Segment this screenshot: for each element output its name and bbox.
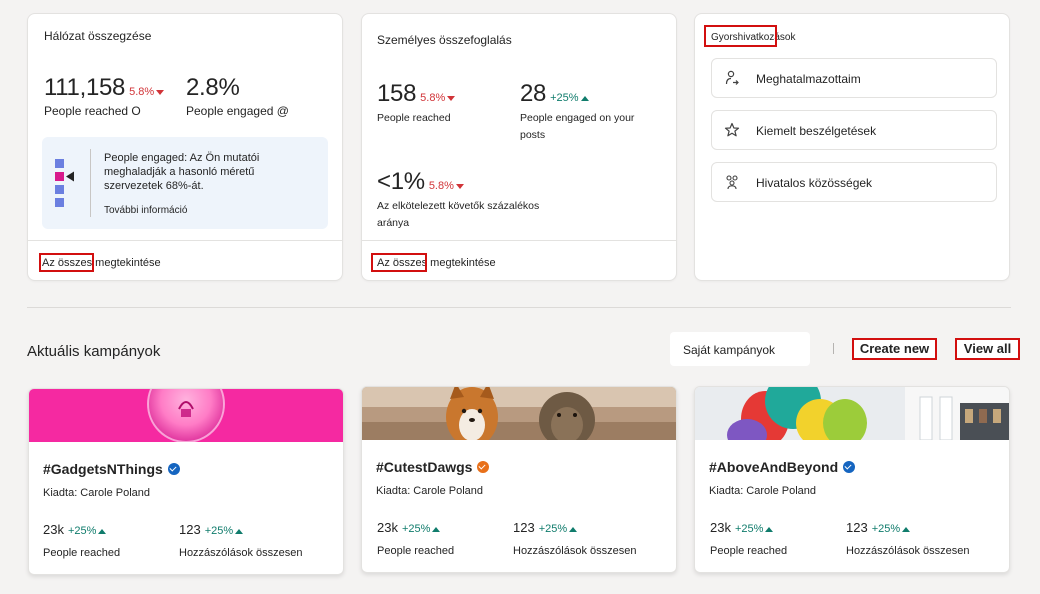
campaigns-section-title: Aktuális kampányok	[27, 343, 161, 360]
quick-link-featured-conversations[interactable]: Kiemelt beszélgetések	[711, 110, 997, 150]
caret-down-icon	[455, 183, 464, 189]
create-new-button[interactable]: Create new	[852, 338, 937, 360]
insight-text: People engaged: Az Ön mutatói meghaladjá…	[104, 152, 260, 192]
campaign-comments-stat: 123 +25%	[513, 520, 578, 535]
community-icon	[726, 175, 738, 190]
campaign-comments-stat: 123 +25%	[846, 520, 911, 535]
metric-label: People engaged on your posts	[520, 112, 635, 141]
quick-links-card: Gyorshivatkozások Meghatalmazottaim Kiem…	[694, 13, 1010, 281]
campaign-title: #GadgetsNThings	[43, 461, 180, 477]
campaign-reached-label: People reached	[43, 547, 121, 559]
campaign-card-above-beyond[interactable]: #AboveAndBeyond Kiadta: Carole Poland 23…	[694, 386, 1010, 573]
campaign-reached-stat: 23k +25%	[377, 520, 441, 535]
engagement-chart-icon	[55, 159, 74, 207]
caret-up-icon	[432, 526, 441, 532]
metric-people-reached: 111,158 5.8% People reached O	[44, 74, 165, 118]
campaign-title: #AboveAndBeyond	[709, 459, 856, 475]
campaign-author: Kiadta: Carole Poland	[376, 485, 484, 497]
metric-label: People engaged @	[186, 104, 289, 118]
caret-up-icon	[569, 526, 578, 532]
learn-more-link[interactable]: További információ	[104, 205, 187, 216]
highlight-box	[704, 25, 777, 47]
engagement-insight-panel: People engaged: Az Ön mutatói meghaladjá…	[42, 137, 328, 229]
metric-label: People reached O	[44, 104, 141, 118]
metric-delta: +25%	[550, 92, 589, 104]
personal-summary-card: Személyes összefoglalás 158 5.8% People r…	[361, 13, 677, 281]
metric-delta: 5.8%	[429, 180, 464, 192]
verified-badge-icon	[477, 461, 490, 473]
metric-label: Az elkötelezett követők százalékos arány…	[377, 200, 540, 229]
divider	[833, 343, 834, 354]
divider	[90, 149, 91, 217]
card-title: Személyes összefoglalás	[377, 33, 512, 47]
campaign-comments-label: Hozzászólások összesen	[846, 545, 970, 557]
highlight-box	[371, 253, 427, 272]
campaign-card-dawgs[interactable]: #CutestDawgs Kiadta: Carole Poland 23k +2…	[361, 386, 677, 573]
delegate-icon	[725, 70, 739, 85]
campaign-filter-dropdown[interactable]: Saját kampányok	[670, 332, 810, 366]
card-title: Hálózat összegzése	[44, 29, 152, 43]
campaign-reached-stat: 23k +25%	[710, 520, 774, 535]
verified-badge-icon	[167, 463, 180, 475]
campaign-reached-label: People reached	[710, 545, 788, 557]
caret-up-icon	[765, 526, 774, 532]
campaign-reached-stat: 23k +25%	[43, 522, 107, 537]
campaign-card-gadgets[interactable]: #GadgetsNThings Kiadta: Carole Poland 23…	[28, 388, 344, 575]
caret-up-icon	[902, 526, 911, 532]
view-all-button[interactable]: View all	[955, 338, 1020, 360]
metric-label: People reached	[377, 112, 451, 124]
metric-value: 2.8%	[186, 74, 240, 101]
campaign-cover-image	[695, 387, 1009, 440]
quick-link-official-communities[interactable]: Hivatalos közösségek	[711, 162, 997, 202]
metric-delta: 5.8%	[129, 86, 165, 98]
caret-up-icon	[98, 528, 107, 534]
filter-label: Saját kampányok	[683, 343, 776, 357]
campaign-title: #CutestDawgs	[376, 459, 490, 475]
quick-link-delegates[interactable]: Meghatalmazottaim	[711, 58, 997, 98]
campaign-cover-image	[362, 387, 676, 440]
network-summary-card: Hálózat összegzése 111,158 5.8% People re…	[27, 13, 343, 281]
verified-badge-icon	[843, 461, 856, 473]
campaign-comments-label: Hozzászólások összesen	[179, 547, 303, 559]
section-divider	[27, 307, 1011, 308]
metric-value: 28	[520, 80, 547, 107]
caret-up-icon	[235, 528, 244, 534]
metric-engaged-follower-rate: <1% 5.8% Az elkötelezett követők százalék…	[377, 168, 567, 232]
campaign-comments-stat: 123 +25%	[179, 522, 244, 537]
quick-link-label: Meghatalmazottaim	[756, 72, 861, 86]
caret-down-icon	[156, 89, 165, 95]
quick-link-label: Kiemelt beszélgetések	[756, 124, 877, 138]
campaign-cover-image	[29, 389, 343, 442]
highlight-box	[39, 253, 94, 272]
metric-people-engaged: 28 +25% People engaged on your posts	[520, 80, 660, 144]
star-icon	[724, 122, 740, 137]
caret-up-icon	[580, 95, 589, 101]
metric-value: <1%	[377, 168, 425, 195]
campaign-comments-label: Hozzászólások összesen	[513, 545, 637, 557]
campaign-reached-label: People reached	[377, 545, 455, 557]
metric-value: 111,158	[44, 74, 126, 101]
caret-down-icon	[447, 95, 456, 101]
quick-link-label: Hivatalos közösségek	[756, 176, 873, 190]
metric-value: 158	[377, 80, 417, 107]
campaign-author: Kiadta: Carole Poland	[709, 485, 817, 497]
metric-people-reached: 158 5.8% People reached	[377, 80, 456, 127]
metric-people-engaged: 2.8% People engaged @	[186, 74, 289, 118]
metric-delta: 5.8%	[420, 92, 456, 104]
campaign-author: Kiadta: Carole Poland	[43, 487, 151, 499]
